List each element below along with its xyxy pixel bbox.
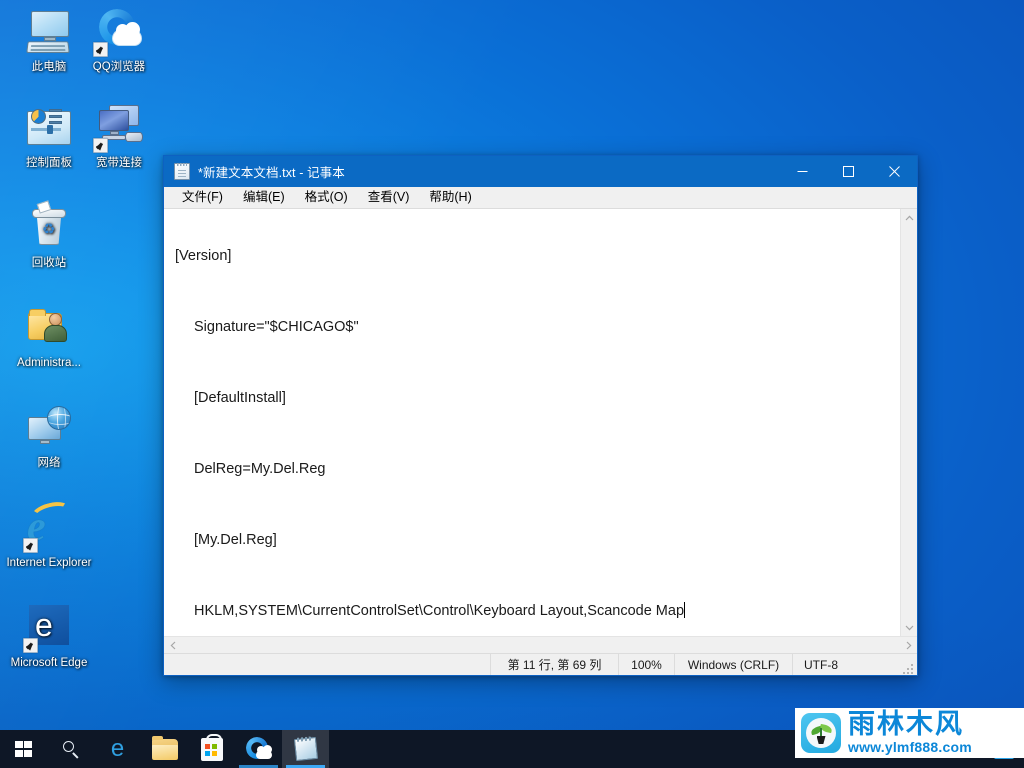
recycle-bin-icon: ♻: [25, 200, 73, 252]
desktop-icon-recycle-bin[interactable]: ♻ 回收站: [10, 200, 88, 271]
menu-format[interactable]: 格式(O): [296, 188, 357, 207]
desktop-icon-microsoft-edge[interactable]: e Microsoft Edge: [4, 604, 94, 671]
line-ending: Windows (CRLF): [674, 654, 792, 675]
editor-line: [My.Del.Reg]: [194, 532, 277, 548]
editor-line: DelReg=My.Del.Reg: [194, 461, 326, 477]
notepad-window[interactable]: *新建文本文档.txt - 记事本 文件(F) 编辑(E) 格式(O) 查看(V…: [163, 155, 918, 676]
taskbar-edge[interactable]: e: [94, 730, 141, 768]
microsoft-edge-icon: e: [23, 604, 73, 653]
qq-browser-icon: [245, 737, 272, 761]
window-controls: [779, 156, 917, 187]
qq-browser-icon: [93, 8, 143, 57]
desktop-icon-administrator[interactable]: Administra...: [4, 304, 94, 371]
shortcut-arrow-icon: [93, 138, 108, 153]
search-icon: [62, 740, 80, 758]
search-button[interactable]: [47, 730, 94, 768]
sprout-logo-icon: [801, 713, 841, 753]
scroll-up-arrow-icon[interactable]: [901, 209, 918, 226]
network-icon: [25, 404, 73, 452]
watermark-title: 雨林木风: [848, 709, 964, 740]
start-button[interactable]: [0, 730, 47, 768]
notepad-editor-area: [Version] Signature="$CHICAGO$" [Default…: [164, 208, 917, 653]
scroll-left-arrow-icon[interactable]: [164, 637, 181, 654]
control-panel-icon: [25, 104, 73, 152]
menu-edit[interactable]: 编辑(E): [234, 188, 294, 207]
broadband-connection-icon: [93, 104, 143, 153]
shortcut-arrow-icon: [23, 538, 38, 553]
desktop-icon-control-panel[interactable]: 控制面板: [10, 104, 88, 171]
scroll-right-arrow-icon[interactable]: [900, 637, 917, 654]
watermark-url: www.ylmf888.com: [848, 739, 972, 755]
vertical-scrollbar[interactable]: [900, 209, 917, 636]
taskbar-qq-browser[interactable]: [235, 730, 282, 768]
desktop-icon-internet-explorer[interactable]: e Internet Explorer: [4, 498, 94, 571]
file-explorer-icon: [151, 735, 178, 760]
desktop-icon-label: 回收站: [31, 257, 67, 269]
zoom-level[interactable]: 100%: [618, 654, 674, 675]
text-caret: [684, 602, 686, 618]
notepad-menubar: 文件(F) 编辑(E) 格式(O) 查看(V) 帮助(H): [164, 187, 917, 208]
notepad-titlebar[interactable]: *新建文本文档.txt - 记事本: [164, 156, 917, 187]
desktop-icon-label: Microsoft Edge: [10, 657, 88, 669]
notepad-statusbar: 第 11 行, 第 69 列 100% Windows (CRLF) UTF-8: [164, 653, 917, 675]
store-icon: [200, 733, 223, 761]
minimize-button[interactable]: [779, 156, 825, 187]
notepad-icon: [293, 736, 318, 762]
taskbar-file-explorer[interactable]: [141, 730, 188, 768]
windows-start-icon: [15, 740, 32, 758]
this-pc-icon: [25, 8, 73, 56]
horizontal-scrollbar[interactable]: [164, 636, 917, 653]
shortcut-arrow-icon: [93, 42, 108, 57]
maximize-button[interactable]: [825, 156, 871, 187]
editor-line: Signature="$CHICAGO$": [194, 319, 359, 335]
menu-file[interactable]: 文件(F): [173, 188, 232, 207]
notepad-icon: [174, 163, 190, 180]
shortcut-arrow-icon: [23, 638, 38, 653]
resize-grip[interactable]: [902, 661, 916, 675]
editor-line-with-caret: HKLM,SYSTEM\CurrentControlSet\Control\Ke…: [175, 602, 894, 636]
desktop-icon-this-pc[interactable]: 此电脑: [10, 8, 88, 75]
cursor-position: 第 11 行, 第 69 列: [490, 654, 618, 675]
desktop-icon-label: 宽带连接: [96, 157, 142, 169]
desktop[interactable]: 此电脑 QQ浏览器 控制面板 宽带连接 ♻ 回收站 Administra... …: [0, 0, 1024, 768]
scroll-down-arrow-icon[interactable]: [901, 619, 918, 636]
desktop-icon-label: Administra...: [17, 357, 81, 369]
taskbar-store[interactable]: [188, 730, 235, 768]
editor-line: [DefaultInstall]: [194, 390, 286, 406]
encoding: UTF-8: [792, 654, 902, 675]
desktop-icon-label: 网络: [37, 457, 61, 469]
desktop-icon-label: 控制面板: [26, 157, 72, 169]
menu-help[interactable]: 帮助(H): [420, 188, 480, 207]
desktop-icon-label: QQ浏览器: [92, 61, 146, 73]
close-button[interactable]: [871, 156, 917, 187]
window-title: *新建文本文档.txt - 记事本: [198, 166, 345, 180]
desktop-icon-broadband-connection[interactable]: 宽带连接: [80, 104, 158, 171]
menu-view[interactable]: 查看(V): [359, 188, 419, 207]
text-editor[interactable]: [Version] Signature="$CHICAGO$" [Default…: [164, 209, 900, 636]
statusbar-spacer: [164, 654, 490, 675]
watermark-overlay: 雨林木风 www.ylmf888.com: [795, 708, 1024, 758]
internet-explorer-icon: e: [23, 498, 73, 553]
desktop-icon-qq-browser[interactable]: QQ浏览器: [80, 8, 158, 75]
desktop-icon-label: 此电脑: [31, 61, 67, 73]
taskbar-notepad[interactable]: [282, 730, 329, 768]
editor-line-text: HKLM,SYSTEM\CurrentControlSet\Control\Ke…: [194, 603, 685, 619]
user-folder-icon: [25, 304, 73, 352]
desktop-icon-network[interactable]: 网络: [10, 404, 88, 471]
editor-line: [Version]: [175, 248, 232, 264]
desktop-icon-label: Internet Explorer: [6, 557, 92, 569]
edge-icon: e: [110, 735, 125, 762]
